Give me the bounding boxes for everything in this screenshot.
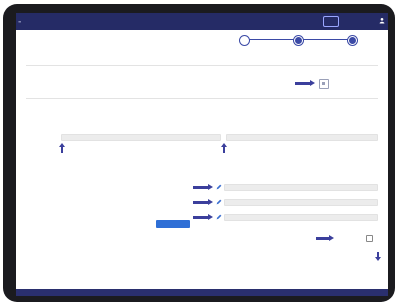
field-2-input[interactable] (61, 134, 221, 141)
app-screen: ≡ (16, 13, 388, 296)
arrow-pointer-icon (193, 199, 213, 205)
edit-icon[interactable] (216, 214, 222, 220)
divider (26, 98, 378, 99)
arrow-pointer-icon (375, 252, 381, 261)
step-dot-1[interactable] (348, 36, 357, 45)
field-4-input[interactable] (224, 199, 378, 206)
arrow-pointer-icon (221, 143, 227, 153)
arrow-pointer-icon (193, 184, 213, 190)
divider (26, 65, 378, 66)
agreement-checkbox[interactable] (366, 235, 373, 242)
footer (16, 289, 388, 296)
field-5-input[interactable] (224, 214, 378, 221)
primary-action-button[interactable] (156, 220, 190, 228)
field-1-input[interactable] (226, 134, 378, 141)
tablet-frame: ≡ (3, 4, 395, 302)
edit-icon[interactable] (216, 184, 222, 190)
arrow-pointer-icon (59, 143, 65, 153)
top-navigation-bar: ≡ (16, 13, 388, 30)
user-icon[interactable] (379, 17, 385, 24)
edit-icon[interactable] (216, 199, 222, 205)
arrow-pointer-icon (316, 235, 334, 241)
upload-button[interactable] (319, 79, 329, 89)
field-3-input[interactable] (224, 184, 378, 191)
brand-logo-icon (323, 16, 339, 27)
step-dot-2[interactable] (294, 36, 303, 45)
menu-icon[interactable]: ≡ (18, 19, 21, 24)
step-dot-3[interactable] (240, 36, 249, 45)
arrow-pointer-icon (295, 80, 315, 86)
arrow-pointer-icon (193, 214, 213, 220)
progress-stepper (236, 34, 360, 54)
